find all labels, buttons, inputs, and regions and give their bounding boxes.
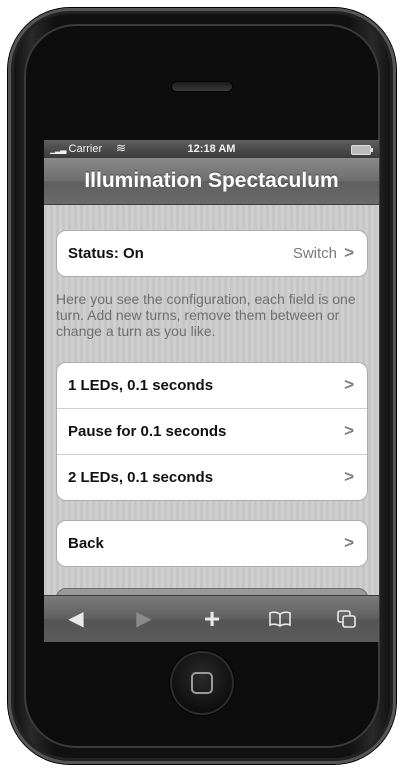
content-area[interactable]: Status: On Switch > Here you see the con… — [44, 205, 379, 620]
turn-row[interactable]: 2 LEDs, 0.1 seconds > — [57, 454, 367, 500]
turn-row[interactable]: 1 LEDs, 0.1 seconds > — [57, 363, 367, 408]
chevron-right-icon: > — [344, 243, 354, 262]
back-arrow-icon[interactable]: ◀ — [56, 606, 96, 632]
home-square-icon — [191, 672, 213, 694]
page-title: Illumination Spectaculum — [44, 158, 379, 205]
turns-group: 1 LEDs, 0.1 seconds > Pause for 0.1 seco… — [56, 362, 368, 501]
pages-icon-svg — [337, 610, 356, 628]
switch-action-label: Switch — [292, 245, 337, 262]
back-group: Back > — [56, 520, 368, 567]
back-label: Back — [68, 535, 104, 552]
status-label: Status: On — [68, 245, 144, 262]
browser-toolbar: ◀ ▶ + — [44, 595, 379, 642]
status-time: 12:18 AM — [187, 143, 236, 155]
forward-arrow-icon[interactable]: ▶ — [124, 606, 164, 632]
turn-label: 2 LEDs, 0.1 seconds — [68, 469, 214, 486]
status-group: Status: On Switch > — [56, 230, 368, 277]
chevron-right-icon: > — [344, 533, 354, 552]
back-row[interactable]: Back > — [57, 521, 367, 566]
turn-label: 1 LEDs, 0.1 seconds — [68, 377, 214, 394]
chevron-right-icon: > — [344, 375, 354, 394]
status-bar: ▁▂▃ Carrier ≋ 12:18 AM — [44, 140, 379, 158]
device-screen: ▁▂▃ Carrier ≋ 12:18 AM Illumination Spec… — [44, 140, 379, 642]
bookmarks-icon[interactable] — [260, 606, 300, 632]
bookmarks-icon-svg — [269, 611, 291, 627]
chevron-right-icon: > — [344, 421, 354, 440]
status-switch-row[interactable]: Status: On Switch > — [57, 231, 367, 276]
turn-row[interactable]: Pause for 0.1 seconds > — [57, 408, 367, 454]
info-text: Here you see the configuration, each fie… — [56, 291, 356, 339]
earpiece-speaker — [172, 82, 232, 91]
add-icon[interactable]: + — [192, 605, 232, 633]
home-button[interactable] — [170, 651, 234, 715]
turn-label: Pause for 0.1 seconds — [68, 423, 227, 440]
chevron-right-icon: > — [344, 467, 354, 486]
pages-icon[interactable] — [327, 606, 367, 632]
battery-icon — [351, 145, 373, 155]
